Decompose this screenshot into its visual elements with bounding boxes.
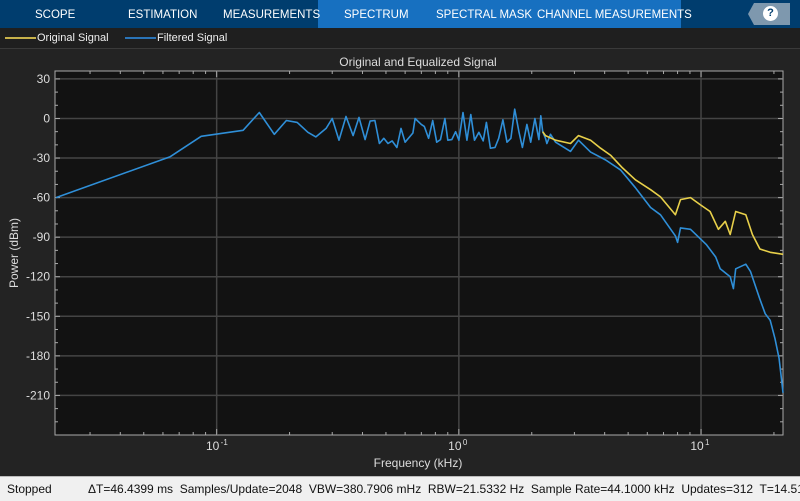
legend-item-filtered[interactable]: Filtered Signal	[125, 28, 227, 48]
tab-scope[interactable]: SCOPE	[35, 0, 75, 28]
x-tick-label: 10	[448, 439, 462, 453]
legend-line-icon	[5, 37, 36, 40]
x-tick-label: 10	[206, 439, 220, 453]
legend-line-icon	[125, 37, 156, 40]
tab-spectral-mask[interactable]: SPECTRAL MASK	[436, 0, 532, 28]
tab-estimation[interactable]: ESTIMATION	[128, 0, 197, 28]
x-tick-label: 10	[690, 439, 704, 453]
y-tick-label: -90	[33, 230, 51, 244]
y-tick-label: -30	[33, 151, 51, 165]
x-tick-exponent: 1	[705, 438, 710, 447]
y-tick-label: -210	[26, 388, 50, 402]
help-button[interactable]: ?	[748, 3, 790, 25]
y-tick-label: 30	[37, 72, 51, 86]
chart-title: Original and Equalized Signal	[339, 55, 496, 69]
status-state: Stopped	[7, 482, 52, 496]
x-axis-label: Frequency (kHz)	[374, 456, 463, 470]
y-tick-label: -60	[33, 191, 51, 205]
status-bar: Stopped ΔT=46.4399 ms Samples/Update=204…	[0, 476, 800, 501]
tab-measurements[interactable]: MEASUREMENTS	[223, 0, 320, 28]
help-icon: ?	[763, 6, 778, 21]
tab-channel-measurements[interactable]: CHANNEL MEASUREMENTS	[537, 0, 692, 28]
x-tick-exponent: 0	[463, 438, 468, 447]
toolstrip: SCOPE ESTIMATION MEASUREMENTS SPECTRUM S…	[0, 0, 800, 28]
y-axis-label: Power (dBm)	[7, 218, 21, 288]
y-tick-label: -120	[26, 270, 50, 284]
y-tick-label: -150	[26, 309, 50, 323]
status-measurements: ΔT=46.4399 ms Samples/Update=2048 VBW=38…	[88, 482, 800, 496]
y-tick-label: -180	[26, 349, 50, 363]
legend-item-original[interactable]: Original Signal	[5, 28, 109, 48]
legend: Original Signal Filtered Signal	[0, 28, 800, 49]
y-tick-label: 0	[43, 111, 50, 125]
legend-label: Original Signal	[37, 32, 109, 44]
tab-spectrum[interactable]: SPECTRUM	[344, 0, 409, 28]
x-tick-exponent: -1	[221, 438, 229, 447]
plot-area	[54, 70, 784, 436]
spectrum-plot: Original and Equalized Signal 30 0 -30 -60 -…	[7, 55, 784, 470]
legend-label: Filtered Signal	[157, 32, 228, 44]
